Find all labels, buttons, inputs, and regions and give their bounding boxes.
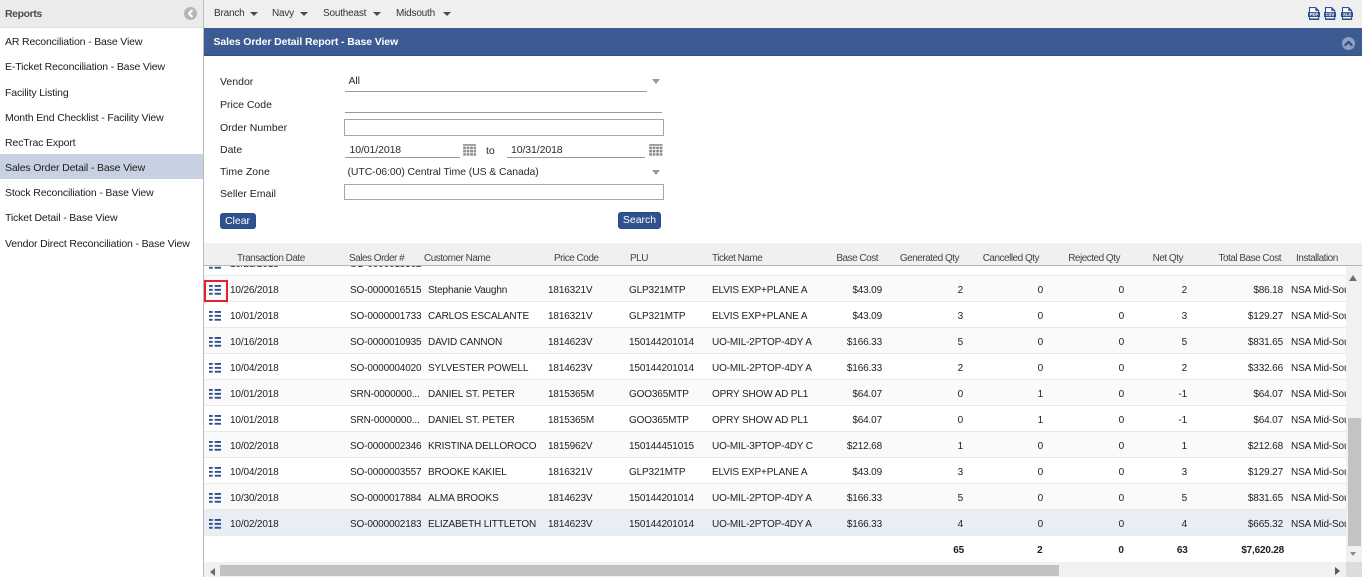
svg-text:XLS: XLS — [1343, 12, 1351, 17]
svg-text:PDF: PDF — [1310, 12, 1319, 17]
svg-text:CSV: CSV — [1326, 12, 1335, 17]
